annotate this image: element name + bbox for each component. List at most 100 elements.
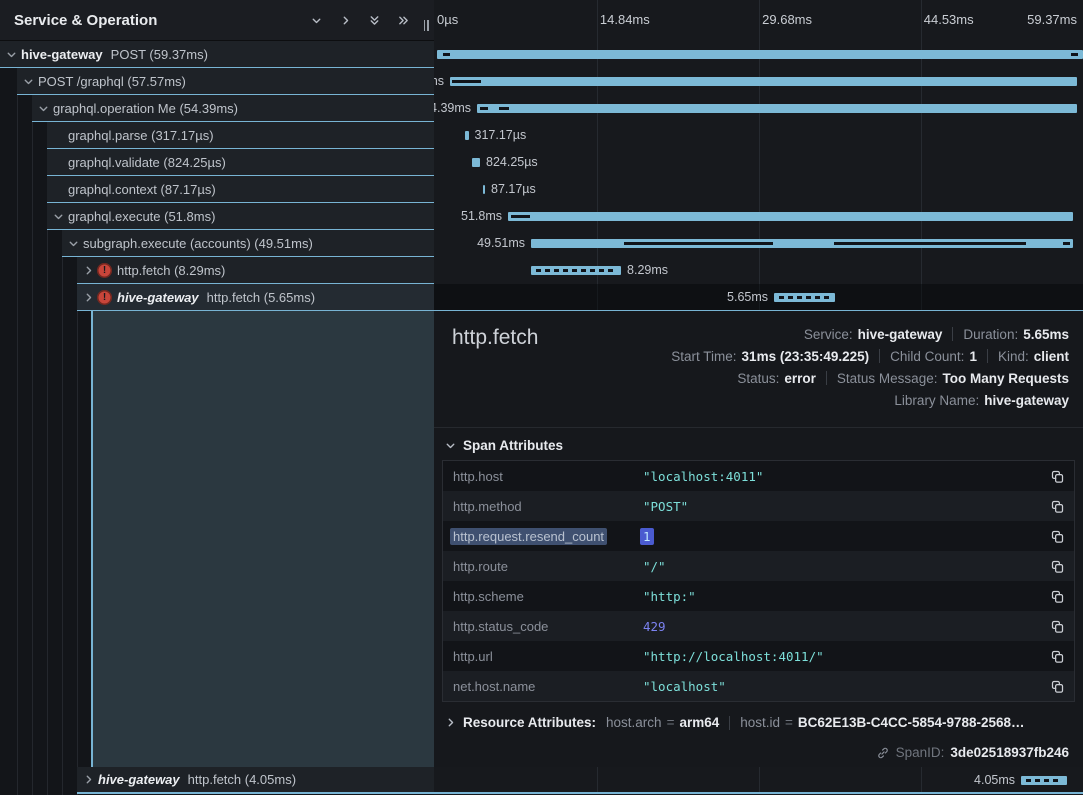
- meta-line: Service:hive-gatewayDuration:5.65ms: [671, 323, 1069, 345]
- span-bar[interactable]: [508, 212, 1073, 221]
- child-span-mark: [480, 107, 488, 110]
- attribute-value: "POST": [643, 499, 1040, 514]
- indent-guide: [17, 41, 18, 795]
- chevron-right-icon: [444, 716, 457, 729]
- chevron-right-icon[interactable]: [82, 773, 96, 786]
- chevron-down-icon[interactable]: [37, 102, 51, 115]
- tree-row[interactable]: !http.fetch (8.29ms): [77, 257, 434, 284]
- copy-icon[interactable]: [1040, 649, 1074, 664]
- timeline-row[interactable]: 824.25µs: [434, 149, 1083, 176]
- chevron-down-icon[interactable]: [52, 210, 66, 223]
- chevron-right-icon[interactable]: [82, 264, 96, 277]
- tree-row[interactable]: graphql.parse (317.17µs): [47, 122, 434, 149]
- resource-attributes-row[interactable]: Resource Attributes: host.arch=arm64 hos…: [444, 715, 1069, 730]
- span-bar[interactable]: [483, 185, 485, 194]
- timeline-row[interactable]: 5.65ms: [434, 284, 1083, 311]
- attribute-key: http.url: [443, 649, 643, 664]
- timeline-row[interactable]: 49.51ms: [434, 230, 1083, 257]
- tree-row[interactable]: !hive-gatewayhttp.fetch (5.65ms): [77, 284, 434, 311]
- copy-icon[interactable]: [1040, 619, 1074, 634]
- chevron-down-icon[interactable]: [5, 48, 19, 61]
- ruler-tick: 14.84ms: [600, 12, 650, 27]
- timeline-row[interactable]: 54.39ms: [434, 95, 1083, 122]
- duration-label: 49.51ms: [477, 236, 525, 250]
- span-attributes-header[interactable]: Span Attributes: [444, 438, 563, 453]
- tree-row[interactable]: hive-gateway POST (59.37ms): [0, 41, 434, 68]
- selected-span-expansion-area: [91, 311, 434, 767]
- ruler-tick: 44.53ms: [924, 12, 974, 27]
- panel-resize-handle[interactable]: [420, 17, 432, 33]
- chevron-right-icon[interactable]: [82, 291, 96, 304]
- attribute-row: http.host "localhost:4011": [443, 461, 1074, 491]
- duration-label: 5.65ms: [727, 290, 768, 304]
- span-id-label: SpanID:: [896, 745, 945, 760]
- timeline-row[interactable]: 8.29ms: [434, 257, 1083, 284]
- duration-label: 51.8ms: [461, 209, 502, 223]
- child-span-mark: [452, 80, 481, 83]
- chevron-down-icon[interactable]: [22, 75, 36, 88]
- chevron-down-icon[interactable]: [310, 14, 323, 27]
- divider: [952, 327, 953, 341]
- attribute-value: "/": [643, 559, 1040, 574]
- chevron-down-icon[interactable]: [67, 237, 81, 250]
- span-bar[interactable]: [450, 77, 1077, 86]
- span-label: graphql.validate (824.25µs): [68, 155, 226, 170]
- span-label: POST /graphql (57.57ms): [38, 74, 186, 89]
- copy-icon[interactable]: [1040, 469, 1074, 484]
- timeline-row[interactable]: 317.17µs: [434, 122, 1083, 149]
- tree-row[interactable]: hive-gatewayhttp.fetch (4.05ms): [77, 767, 434, 794]
- tree-row[interactable]: subgraph.execute (accounts) (49.51ms): [62, 230, 434, 257]
- child-span-mark: [1063, 242, 1070, 245]
- copy-icon[interactable]: [1040, 559, 1074, 574]
- meta-value: 31ms (23:35:49.225): [742, 349, 870, 364]
- attribute-row: net.host.name "localhost": [443, 671, 1074, 701]
- timeline-row[interactable]: 87.17µs: [434, 176, 1083, 203]
- span-bar[interactable]: [437, 50, 1083, 59]
- attribute-key: net.host.name: [443, 679, 643, 694]
- copy-icon[interactable]: [1040, 679, 1074, 694]
- meta-line: Library Name:hive-gateway: [671, 389, 1069, 411]
- double-chevron-down-icon[interactable]: [368, 14, 381, 27]
- gridline: [921, 767, 922, 792]
- span-bar[interactable]: [465, 131, 469, 140]
- meta-value: Too Many Requests: [942, 371, 1069, 386]
- double-chevron-right-icon[interactable]: [397, 14, 410, 27]
- tree-row[interactable]: graphql.operation Me (54.39ms): [32, 95, 434, 122]
- tree-row[interactable]: graphql.validate (824.25µs): [47, 149, 434, 176]
- service-name: hive-gateway: [21, 47, 103, 62]
- span-bar[interactable]: [477, 104, 1077, 113]
- meta-label: Child Count:: [890, 349, 964, 364]
- span-label: graphql.context (87.17µs): [68, 182, 216, 197]
- timeline-row[interactable]: 57.57ms: [434, 68, 1083, 95]
- timeline-footer-row: 4.05ms: [434, 767, 1083, 794]
- span-label: http.fetch (5.65ms): [207, 290, 315, 305]
- timeline-ruler: 0µs14.84ms29.68ms44.53ms59.37ms: [434, 0, 1083, 41]
- divider: [987, 349, 988, 363]
- tree-row[interactable]: graphql.context (87.17µs): [47, 176, 434, 203]
- gridline: [597, 767, 598, 792]
- child-span-mark: [443, 53, 450, 56]
- timeline-row[interactable]: [434, 41, 1083, 68]
- timeline-row[interactable]: 51.8ms: [434, 203, 1083, 230]
- divider: [729, 716, 730, 730]
- duration-label: 4.05ms: [974, 773, 1015, 787]
- attribute-key: http.scheme: [443, 589, 643, 604]
- span-id-value: 3de02518937fb246: [950, 745, 1069, 760]
- copy-icon[interactable]: [1040, 529, 1074, 544]
- timeline-panel: 0µs14.84ms29.68ms44.53ms59.37ms 57.57ms5…: [434, 0, 1083, 795]
- duration-label: 8.29ms: [627, 263, 668, 277]
- tree-row[interactable]: graphql.execute (51.8ms): [47, 203, 434, 230]
- attribute-value: 429: [643, 619, 1040, 634]
- meta-line: Status:errorStatus Message:Too Many Requ…: [671, 367, 1069, 389]
- copy-icon[interactable]: [1040, 499, 1074, 514]
- child-span-marks: [536, 269, 616, 272]
- meta-value: 5.65ms: [1023, 327, 1069, 342]
- chevron-right-icon[interactable]: [339, 14, 352, 27]
- tree-row[interactable]: POST /graphql (57.57ms): [17, 68, 434, 95]
- gridline: [759, 767, 760, 792]
- span-attributes-title: Span Attributes: [463, 438, 563, 453]
- child-span-marks: [1026, 779, 1062, 782]
- span-bar[interactable]: [472, 158, 480, 167]
- span-label: POST (59.37ms): [111, 47, 208, 62]
- copy-icon[interactable]: [1040, 589, 1074, 604]
